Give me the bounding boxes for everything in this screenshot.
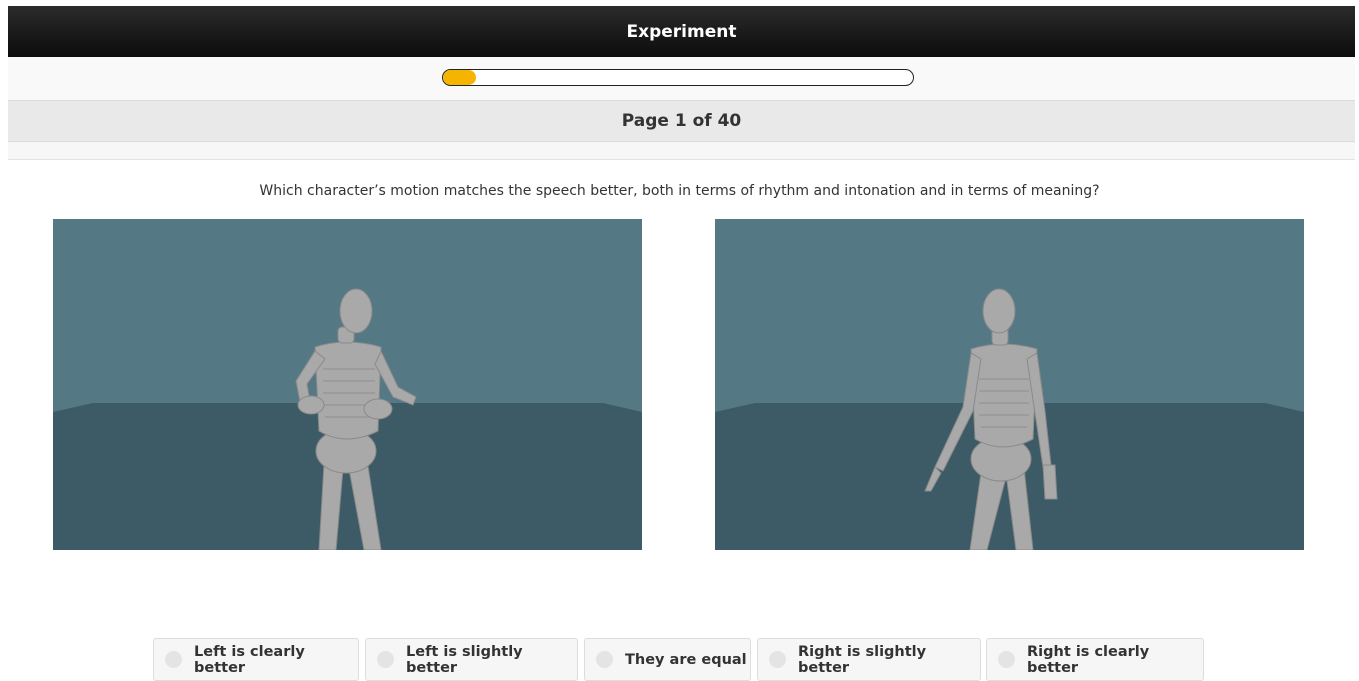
- option-label: Right is clearly better: [1027, 643, 1150, 676]
- page-indicator: Page 1 of 40: [8, 100, 1355, 142]
- left-video-scene: [53, 219, 642, 550]
- question-text: Which character’s motion matches the spe…: [259, 183, 1100, 199]
- page-counter: Page 1 of 40: [621, 111, 742, 131]
- right-video-scene: [715, 219, 1304, 550]
- option-equal[interactable]: They are equal: [584, 638, 751, 681]
- option-label: They are equal: [625, 651, 747, 668]
- option-left-slightly-better[interactable]: Left is slightly better: [365, 638, 578, 681]
- header-bar: Experiment: [8, 6, 1355, 57]
- radio-button[interactable]: [769, 651, 786, 668]
- progress-fill: [443, 70, 476, 85]
- option-label: Right is slightly better: [798, 643, 927, 676]
- option-label: Left is clearly better: [194, 643, 305, 676]
- option-right-slightly-better[interactable]: Right is slightly better: [757, 638, 981, 681]
- radio-button[interactable]: [596, 651, 613, 668]
- progress-row: [8, 57, 1355, 100]
- radio-button[interactable]: [377, 651, 394, 668]
- option-label: Left is slightly better: [406, 643, 523, 676]
- page-title: Experiment: [626, 21, 737, 42]
- right-video[interactable]: [715, 219, 1304, 550]
- rating-options: Left is clearly better Left is slightly …: [0, 638, 1359, 681]
- left-video[interactable]: [53, 219, 642, 550]
- radio-button[interactable]: [165, 651, 182, 668]
- radio-button[interactable]: [998, 651, 1015, 668]
- option-left-clearly-better[interactable]: Left is clearly better: [153, 638, 359, 681]
- progress-bar: [442, 69, 914, 86]
- divider: [8, 142, 1355, 160]
- option-right-clearly-better[interactable]: Right is clearly better: [986, 638, 1204, 681]
